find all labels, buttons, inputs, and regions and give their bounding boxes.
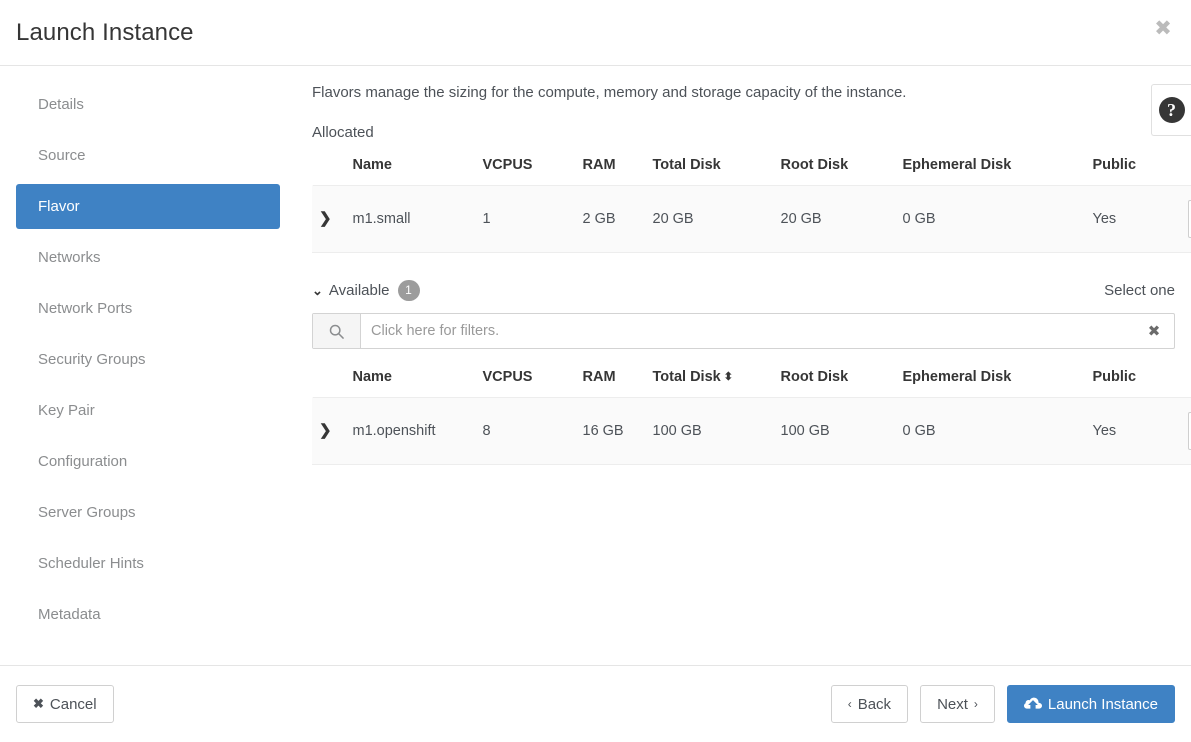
allocated-label: Allocated bbox=[312, 124, 374, 141]
allocated-cell-total-disk: 20 GB bbox=[646, 185, 775, 253]
remove-flavor-button[interactable]: − bbox=[1187, 200, 1191, 238]
available-cell-name: m1.openshift bbox=[346, 397, 477, 465]
allocated-cell-vcpus: 1 bbox=[476, 185, 577, 253]
available-row-action-cell: ✛ bbox=[1181, 397, 1191, 465]
launch-instance-dialog: Launch Instance ✖ Details Source Flavor … bbox=[0, 0, 1191, 742]
help-button[interactable]: ? bbox=[1151, 84, 1191, 136]
available-col-name[interactable]: Name bbox=[347, 367, 477, 398]
sidebar-item-details[interactable]: Details bbox=[16, 82, 280, 127]
available-col-public[interactable]: Public bbox=[1087, 367, 1182, 398]
allocated-cell-ram: 2 GB bbox=[576, 185, 647, 253]
sidebar-item-networks[interactable]: Networks bbox=[16, 235, 280, 280]
available-toggle[interactable]: ⌄ Available 1 bbox=[312, 279, 420, 301]
launch-instance-button[interactable]: Launch Instance bbox=[1006, 685, 1175, 723]
allocated-col-total-disk: Total Disk bbox=[652, 157, 721, 173]
back-button-label: Back bbox=[857, 695, 892, 713]
allocated-row-expand-cell: ❯ bbox=[312, 185, 347, 253]
allocated-cell-root-disk: 20 GB bbox=[774, 185, 897, 253]
available-cell-root-disk: 100 GB bbox=[774, 397, 897, 465]
sidebar-item-source[interactable]: Source bbox=[16, 133, 280, 178]
allocated-cell-public: Yes bbox=[1086, 185, 1182, 253]
sidebar-item-flavor[interactable]: Flavor bbox=[16, 184, 280, 229]
available-col-action bbox=[1182, 367, 1191, 398]
available-col-ram[interactable]: RAM bbox=[577, 367, 647, 398]
clear-filter-icon[interactable]: ✖ bbox=[1134, 314, 1174, 348]
close-icon: ✖ bbox=[33, 696, 44, 711]
available-cell-total-disk: 100 GB bbox=[646, 397, 775, 465]
sidebar-item-server-groups[interactable]: Server Groups bbox=[16, 490, 280, 535]
available-col-spacer bbox=[313, 367, 347, 398]
flavor-description: Flavors manage the sizing for the comput… bbox=[312, 84, 907, 101]
sidebar-item-network-ports[interactable]: Network Ports bbox=[16, 286, 280, 331]
chevron-right-icon[interactable]: ❯ bbox=[319, 211, 332, 226]
dialog-body: Details Source Flavor Networks Network P… bbox=[0, 66, 1191, 666]
cancel-button-label: Cancel bbox=[49, 695, 97, 713]
allocated-cell-ephemeral-disk: 0 GB bbox=[896, 185, 1087, 253]
allocated-col-public: Public bbox=[1092, 157, 1137, 173]
select-one-hint: Select one bbox=[1104, 281, 1175, 299]
chevron-right-icon: › bbox=[973, 697, 978, 711]
allocated-col-name: Name bbox=[352, 157, 393, 173]
available-col-vcpus[interactable]: VCPUS bbox=[477, 367, 577, 398]
allocated-cell-name: m1.small bbox=[346, 185, 477, 253]
sort-icon: ⬍ bbox=[723, 371, 733, 383]
allocated-col-action bbox=[1182, 155, 1191, 186]
sidebar-item-metadata[interactable]: Metadata bbox=[16, 592, 280, 637]
available-row-expand-cell: ❯ bbox=[312, 397, 347, 465]
footer-actions: ‹ Back Next › Launch Instance bbox=[830, 685, 1175, 723]
allocated-col-spacer bbox=[313, 155, 347, 186]
table-header-row: Name VCPUS RAM Total Disk Root Disk Ephe… bbox=[313, 155, 1191, 186]
flavor-step-panel: ? Flavors manage the sizing for the comp… bbox=[296, 66, 1191, 665]
allocated-col-root-disk: Root Disk bbox=[780, 157, 849, 173]
available-col-root-disk[interactable]: Root Disk bbox=[775, 367, 897, 398]
allocated-col-ephemeral-disk: Ephemeral Disk bbox=[902, 157, 1012, 173]
allocated-col-ram: RAM bbox=[582, 157, 616, 173]
allocated-flavors-table: Name VCPUS RAM Total Disk Root Disk Ephe… bbox=[312, 155, 1191, 253]
wizard-sidebar: Details Source Flavor Networks Network P… bbox=[0, 66, 296, 665]
back-button[interactable]: ‹ Back bbox=[830, 685, 909, 723]
table-header-row: Name VCPUS RAM Total Disk ⬍ Root Disk Eph… bbox=[313, 367, 1191, 398]
sidebar-item-security-groups[interactable]: Security Groups bbox=[16, 337, 280, 382]
chevron-down-icon: ⌄ bbox=[312, 282, 323, 298]
available-cell-ephemeral-disk: 0 GB bbox=[896, 397, 1087, 465]
page-title: Launch Instance bbox=[16, 18, 194, 46]
search-input[interactable] bbox=[361, 314, 1134, 348]
allocated-row-action-cell: − bbox=[1181, 185, 1191, 253]
next-button[interactable]: Next › bbox=[920, 685, 995, 723]
sidebar-item-key-pair[interactable]: Key Pair bbox=[16, 388, 280, 433]
available-col-total-disk[interactable]: Total Disk ⬍ bbox=[647, 367, 775, 398]
table-row: ❯ m1.small 1 2 GB 20 GB 20 GB 0 GB Yes − bbox=[312, 185, 1191, 253]
available-count-badge: 1 bbox=[397, 279, 420, 301]
chevron-right-icon[interactable]: ❯ bbox=[319, 423, 332, 438]
next-button-label: Next bbox=[937, 695, 968, 713]
table-row: ❯ m1.openshift 8 16 GB 100 GB 100 GB 0 G… bbox=[312, 397, 1191, 465]
available-cell-ram: 16 GB bbox=[576, 397, 647, 465]
add-flavor-button[interactable]: ✛ bbox=[1187, 412, 1191, 450]
available-section-bar: ⌄ Available 1 Select one bbox=[312, 279, 1175, 301]
dialog-header: Launch Instance ✖ bbox=[0, 0, 1191, 66]
cancel-button[interactable]: ✖ Cancel bbox=[16, 685, 114, 723]
allocated-col-vcpus: VCPUS bbox=[482, 157, 533, 173]
launch-instance-button-label: Launch Instance bbox=[1047, 695, 1158, 713]
question-mark-icon: ? bbox=[1158, 97, 1185, 123]
cloud-upload-icon bbox=[1023, 697, 1042, 711]
available-cell-public: Yes bbox=[1086, 397, 1182, 465]
sidebar-item-scheduler-hints[interactable]: Scheduler Hints bbox=[16, 541, 280, 586]
filter-bar: ✖ bbox=[312, 313, 1175, 349]
available-col-total-disk-label: Total Disk bbox=[652, 369, 721, 385]
available-label: Available bbox=[328, 281, 390, 299]
search-icon bbox=[313, 314, 361, 348]
available-flavors-table: Name VCPUS RAM Total Disk ⬍ Root Disk Eph… bbox=[312, 367, 1191, 465]
close-icon[interactable]: ✖ bbox=[1151, 17, 1175, 41]
dialog-footer: ✖ Cancel ‹ Back Next › Launch Instance bbox=[0, 666, 1191, 742]
chevron-left-icon: ‹ bbox=[847, 697, 852, 711]
available-cell-vcpus: 8 bbox=[476, 397, 577, 465]
sidebar-item-configuration[interactable]: Configuration bbox=[16, 439, 280, 484]
available-col-ephemeral-disk[interactable]: Ephemeral Disk bbox=[897, 367, 1087, 398]
